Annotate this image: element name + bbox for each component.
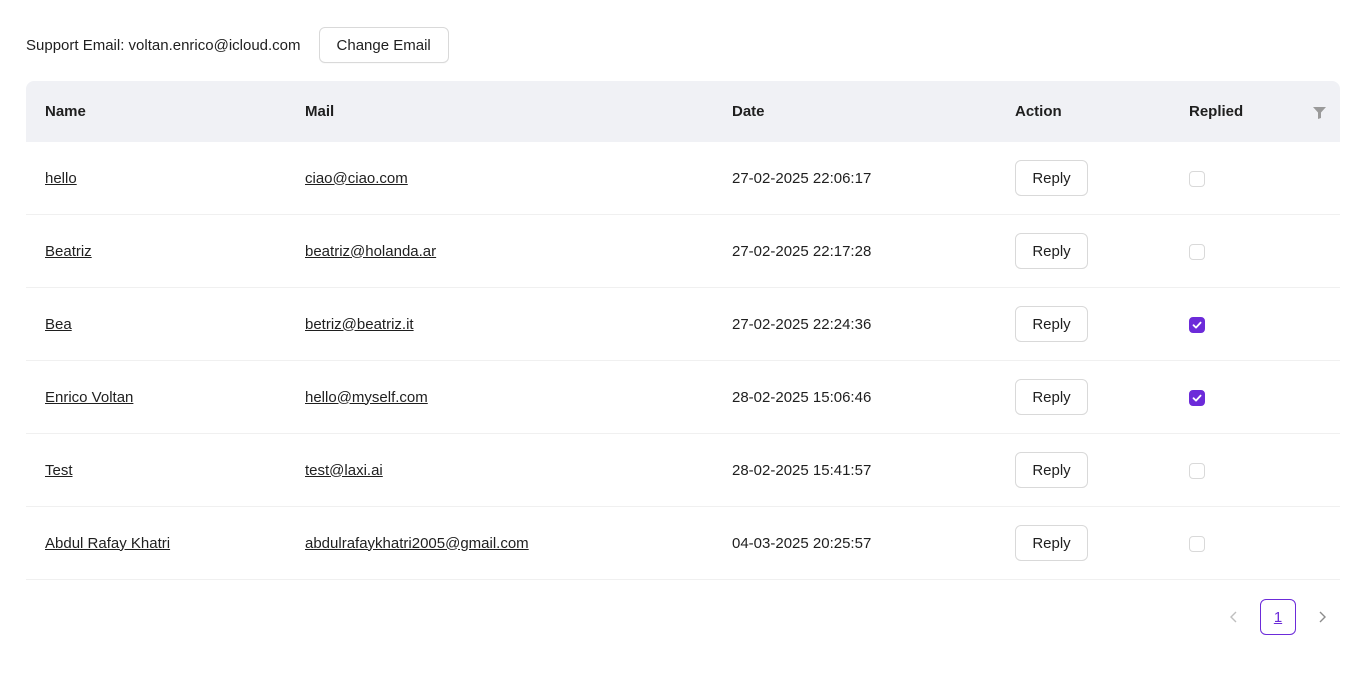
row-mail-link[interactable]: beatriz@holanda.ar xyxy=(305,243,436,260)
chevron-right-icon[interactable] xyxy=(1304,599,1340,635)
replied-checkbox[interactable] xyxy=(1189,389,1205,406)
reply-button[interactable]: Reply xyxy=(1015,452,1088,488)
row-date: 04-03-2025 20:25:57 xyxy=(732,534,872,552)
replied-checkbox[interactable] xyxy=(1189,462,1205,479)
row-name-link[interactable]: Beatriz xyxy=(45,243,92,260)
table-row: hello ciao@ciao.com 27-02-2025 22:06:17 … xyxy=(26,142,1340,215)
change-email-button[interactable]: Change Email xyxy=(318,27,449,63)
reply-button[interactable]: Reply xyxy=(1015,525,1088,561)
row-date: 27-02-2025 22:17:28 xyxy=(732,242,872,260)
row-name-link[interactable]: Enrico Voltan xyxy=(45,389,133,406)
table-row: Test test@laxi.ai 28-02-2025 15:41:57 Re… xyxy=(26,434,1340,507)
column-header-date: Date xyxy=(713,81,996,142)
replied-checkbox[interactable] xyxy=(1189,316,1205,333)
table-row: Bea betriz@beatriz.it 27-02-2025 22:24:3… xyxy=(26,288,1340,361)
column-header-date-label: Date xyxy=(732,103,765,120)
page-number-current[interactable]: 1 xyxy=(1260,599,1296,635)
row-mail-link[interactable]: test@laxi.ai xyxy=(305,462,383,479)
row-name-link[interactable]: Abdul Rafay Khatri xyxy=(45,535,170,552)
support-email-text: Support Email: voltan.enrico@icloud.com xyxy=(26,36,301,54)
reply-button[interactable]: Reply xyxy=(1015,306,1088,342)
column-header-action: Action xyxy=(996,81,1170,142)
table-row: Abdul Rafay Khatri abdulrafaykhatri2005@… xyxy=(26,507,1340,580)
column-header-mail: Mail xyxy=(286,81,713,142)
check-icon xyxy=(1192,394,1202,402)
chevron-left-icon[interactable] xyxy=(1216,599,1252,635)
pagination: 1 xyxy=(1216,599,1340,635)
messages-table-container: Name Mail Date Action Replied hello ciao… xyxy=(26,81,1340,580)
filter-icon[interactable] xyxy=(1313,106,1326,119)
row-date: 27-02-2025 22:06:17 xyxy=(732,169,872,187)
row-date: 27-02-2025 22:24:36 xyxy=(732,315,872,333)
table-header: Name Mail Date Action Replied xyxy=(26,81,1340,142)
reply-button[interactable]: Reply xyxy=(1015,160,1088,196)
table-row: Enrico Voltan hello@myself.com 28-02-202… xyxy=(26,361,1340,434)
column-header-replied: Replied xyxy=(1170,81,1340,142)
row-mail-link[interactable]: hello@myself.com xyxy=(305,389,428,406)
reply-button[interactable]: Reply xyxy=(1015,379,1088,415)
reply-button[interactable]: Reply xyxy=(1015,233,1088,269)
table-row: Beatriz beatriz@holanda.ar 27-02-2025 22… xyxy=(26,215,1340,288)
messages-table: Name Mail Date Action Replied hello ciao… xyxy=(26,81,1340,580)
row-date: 28-02-2025 15:06:46 xyxy=(732,388,872,406)
check-icon xyxy=(1192,321,1202,329)
replied-checkbox[interactable] xyxy=(1189,535,1205,552)
column-header-name-label: Name xyxy=(45,103,86,120)
table-body: hello ciao@ciao.com 27-02-2025 22:06:17 … xyxy=(26,142,1340,580)
row-date: 28-02-2025 15:41:57 xyxy=(732,461,872,479)
row-name-link[interactable]: Bea xyxy=(45,316,72,333)
row-mail-link[interactable]: betriz@beatriz.it xyxy=(305,316,414,333)
row-mail-link[interactable]: abdulrafaykhatri2005@gmail.com xyxy=(305,535,529,552)
row-mail-link[interactable]: ciao@ciao.com xyxy=(305,170,408,187)
column-header-action-label: Action xyxy=(1015,103,1062,120)
replied-checkbox[interactable] xyxy=(1189,243,1205,260)
column-header-name: Name xyxy=(26,81,286,142)
replied-checkbox[interactable] xyxy=(1189,170,1205,187)
support-bar: Support Email: voltan.enrico@icloud.com … xyxy=(26,27,449,63)
table-header-row: Name Mail Date Action Replied xyxy=(26,81,1340,142)
row-name-link[interactable]: hello xyxy=(45,170,77,187)
column-header-mail-label: Mail xyxy=(305,103,335,120)
row-name-link[interactable]: Test xyxy=(45,462,73,479)
